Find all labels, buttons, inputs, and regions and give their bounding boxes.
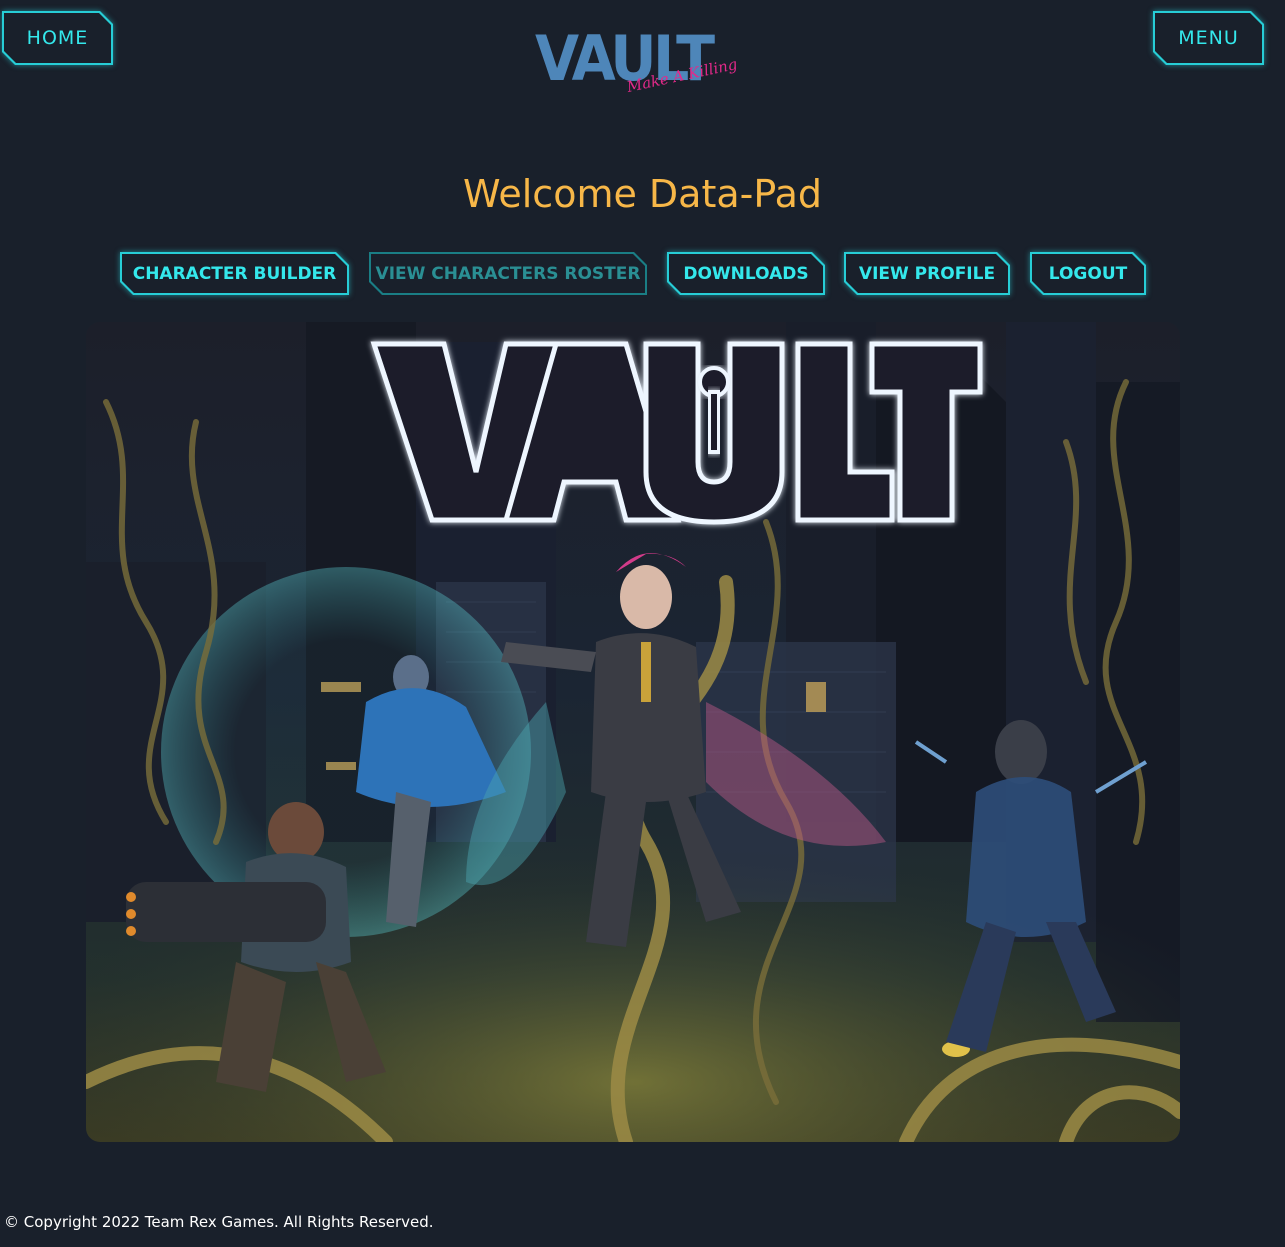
view-profile-label: VIEW PROFILE <box>846 254 1008 293</box>
view-characters-roster-button[interactable]: VIEW CHARACTERS ROSTER <box>369 252 647 295</box>
page-title: Welcome Data-Pad <box>463 172 822 216</box>
downloads-button[interactable]: DOWNLOADS <box>667 252 825 295</box>
menu-button-label: MENU <box>1155 13 1262 63</box>
character-builder-label: CHARACTER BUILDER <box>122 254 347 293</box>
vault-logo[interactable]: VAULT Make A Killing <box>533 22 739 114</box>
view-profile-button[interactable]: VIEW PROFILE <box>844 252 1010 295</box>
downloads-label: DOWNLOADS <box>669 254 823 293</box>
menu-button[interactable]: MENU <box>1153 11 1264 65</box>
home-button-label: HOME <box>4 13 111 63</box>
copyright-text: © Copyright 2022 Team Rex Games. All Rig… <box>4 1213 434 1231</box>
page: HOME VAULT Make A Killing MENU Welcome D… <box>0 0 1285 1247</box>
view-characters-roster-label: VIEW CHARACTERS ROSTER <box>371 254 645 293</box>
logout-label: LOGOUT <box>1032 254 1144 293</box>
hero-artwork <box>86 322 1180 1142</box>
hero-illustration <box>86 322 1180 1142</box>
character-builder-button[interactable]: CHARACTER BUILDER <box>120 252 349 295</box>
logout-button[interactable]: LOGOUT <box>1030 252 1146 295</box>
home-button[interactable]: HOME <box>2 11 113 65</box>
